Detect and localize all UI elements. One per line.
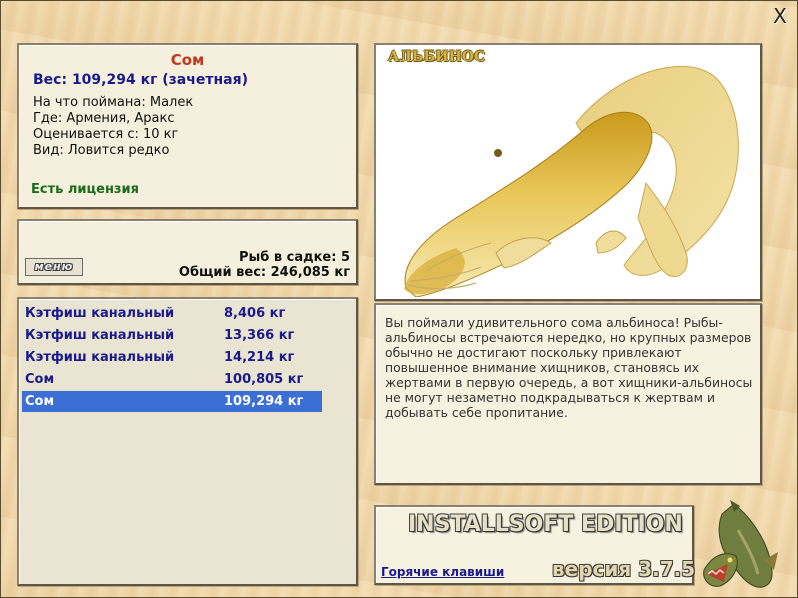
catch-weight: 14,214 кг: [224, 350, 295, 365]
catch-name: Кэтфиш канальный: [25, 328, 175, 343]
description-text: Вы поймали удивительного сома альбиноса!…: [385, 315, 753, 420]
catch-weight: 13,366 кг: [224, 328, 295, 343]
keepnet-count: Рыб в садке: 5: [238, 250, 350, 265]
version-label: версия 3.7.5: [552, 557, 696, 581]
catch-name: Кэтфиш канальный: [25, 350, 175, 365]
bait-line: На что поймана: Малек: [33, 95, 194, 110]
close-button[interactable]: X: [769, 6, 791, 26]
menu-button[interactable]: меню: [25, 258, 83, 276]
catch-list-item[interactable]: Кэтфиш канальный 8,406 кг: [22, 303, 322, 324]
rarity-line: Вид: Ловится редко: [33, 143, 170, 158]
edition-logo: INSTALLSOFT EDITION: [408, 512, 683, 537]
location-line: Где: Армения, Аракс: [33, 111, 175, 126]
pike-logo-icon: [703, 500, 778, 588]
keepnet-total-weight: Общий вес: 246,085 кг: [178, 265, 350, 280]
catch-name: Сом: [25, 394, 55, 409]
description-panel: Вы поймали удивительного сома альбиноса!…: [374, 303, 762, 485]
catch-weight: 8,406 кг: [224, 306, 286, 321]
catch-list: Кэтфиш канальный 8,406 кг Кэтфиш канальн…: [17, 297, 358, 586]
fish-weight: Вес: 109,294 кг (зачетная): [33, 72, 248, 88]
catch-weight: 100,805 кг: [224, 372, 304, 387]
license-status: Есть лицензия: [31, 182, 139, 197]
fish-info-panel: Сом Вес: 109,294 кг (зачетная) На что по…: [17, 43, 358, 209]
catch-list-item-selected[interactable]: Сом 109,294 кг: [22, 391, 322, 412]
catch-name: Сом: [25, 372, 55, 387]
hotkeys-link[interactable]: Горячие клавиши: [381, 565, 504, 579]
valued-line: Оценивается с: 10 кг: [33, 127, 179, 142]
catch-name: Кэтфиш канальный: [25, 306, 175, 321]
keepnet-panel: меню Рыб в садке: 5 Общий вес: 246,085 к…: [17, 219, 358, 285]
catch-list-item[interactable]: Кэтфиш канальный 13,366 кг: [22, 325, 322, 346]
brand-panel: INSTALLSOFT EDITION Горячие клавиши верс…: [374, 505, 696, 585]
fish-name: Сом: [170, 51, 205, 69]
catch-list-item[interactable]: Кэтфиш канальный 14,214 кг: [22, 347, 322, 368]
picture-label: АЛЬБИНОС: [388, 49, 486, 65]
albino-catfish-image: [404, 65, 739, 297]
fish-picture-panel: АЛЬБИНОС: [374, 43, 762, 301]
catch-list-item[interactable]: Сом 100,805 кг: [22, 369, 322, 390]
catch-weight: 109,294 кг: [224, 394, 304, 409]
